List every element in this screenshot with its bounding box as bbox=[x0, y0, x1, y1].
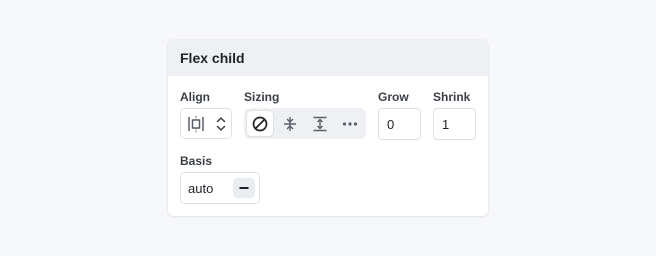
grow-input[interactable]: 0 bbox=[378, 108, 421, 140]
basis-label: Basis bbox=[180, 154, 213, 168]
sizing-option-shrink[interactable] bbox=[276, 110, 303, 137]
basis-value: auto bbox=[188, 180, 214, 196]
sizing-option-more[interactable] bbox=[336, 110, 363, 137]
sizing-label: Sizing bbox=[244, 90, 280, 104]
sizing-option-none[interactable] bbox=[246, 110, 274, 137]
shrink-vertical-icon bbox=[282, 116, 298, 132]
basis-reset-button[interactable] bbox=[233, 178, 255, 198]
flex-child-panel: Flex child Align Sizing Grow 0 Shrink 1 … bbox=[168, 40, 488, 216]
sizing-option-grow[interactable] bbox=[306, 110, 333, 137]
basis-input[interactable]: auto bbox=[180, 172, 260, 204]
panel-header: Flex child bbox=[168, 40, 488, 76]
align-distribute-icon bbox=[187, 115, 205, 133]
no-sizing-icon bbox=[252, 116, 268, 132]
align-select[interactable] bbox=[180, 108, 232, 139]
panel-title: Flex child bbox=[180, 50, 245, 66]
shrink-value: 1 bbox=[442, 116, 450, 132]
shrink-label: Shrink bbox=[433, 90, 471, 104]
shrink-input[interactable]: 1 bbox=[433, 108, 476, 140]
grow-value: 0 bbox=[387, 116, 395, 132]
chevron-up-down-icon[interactable] bbox=[216, 116, 226, 132]
sizing-segmented-control bbox=[244, 108, 366, 139]
more-options-icon bbox=[342, 116, 358, 132]
grow-label: Grow bbox=[378, 90, 409, 104]
align-label: Align bbox=[180, 90, 210, 104]
minus-icon bbox=[238, 182, 250, 194]
grow-vertical-icon bbox=[312, 116, 328, 132]
